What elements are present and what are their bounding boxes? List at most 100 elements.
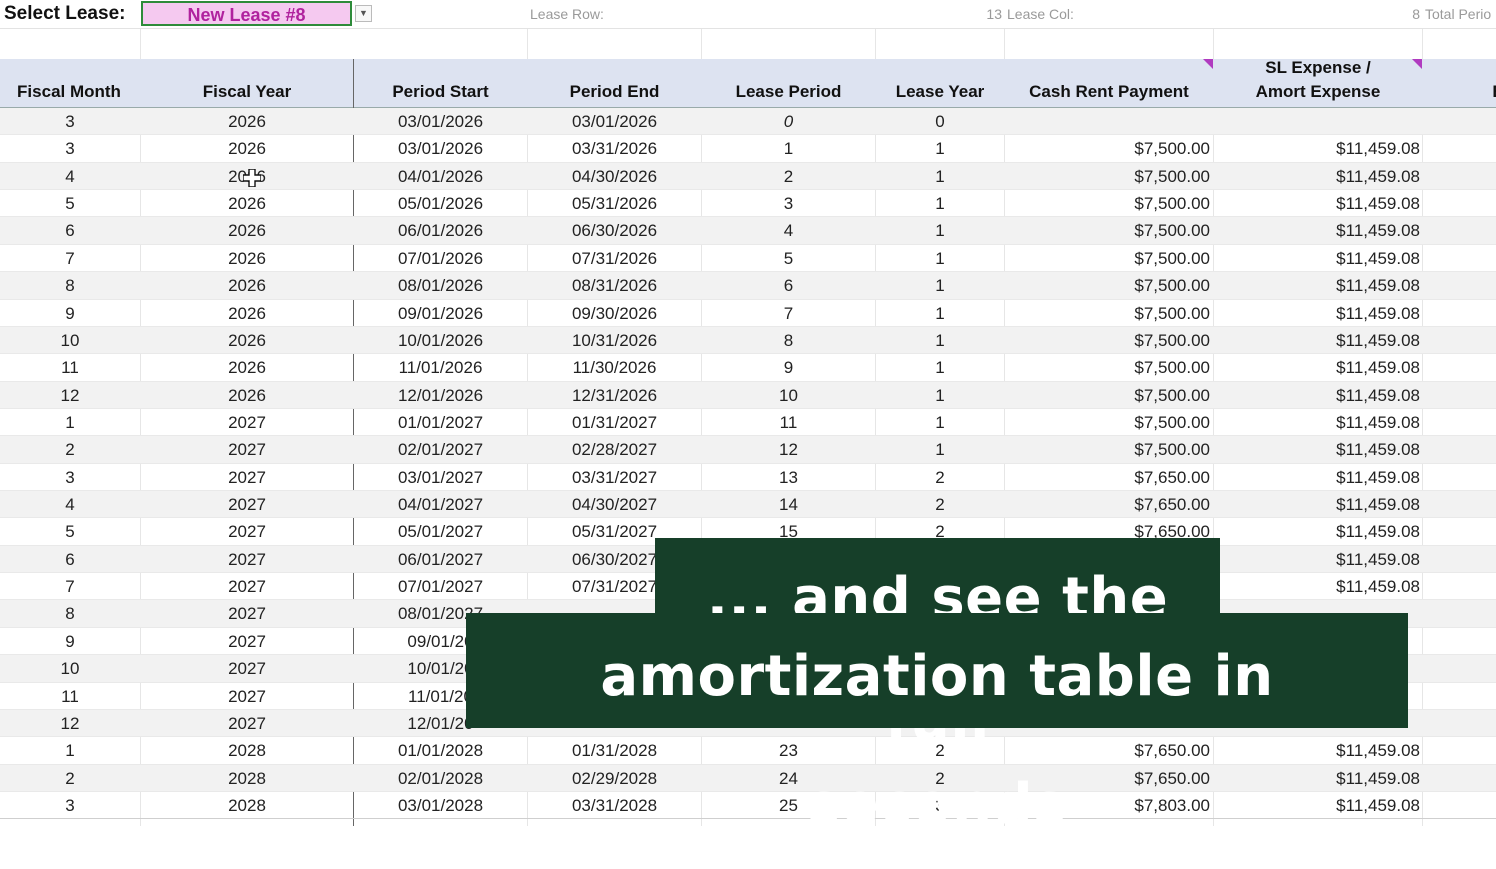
lease-period-cell[interactable]: 10: [702, 382, 875, 409]
cash-rent-cell[interactable]: $7,500.00: [1005, 300, 1210, 327]
period-end-cell[interactable]: 05/31/2026: [528, 190, 701, 217]
lease-year-cell[interactable]: 1: [876, 135, 1004, 162]
fiscal-year-cell[interactable]: 2027: [141, 655, 353, 682]
period-end-cell[interactable]: 03/31/2028: [528, 792, 701, 819]
lease-period-cell[interactable]: 3: [702, 190, 875, 217]
fiscal-month-cell[interactable]: 2: [0, 436, 140, 463]
lease-year-cell[interactable]: 2: [876, 464, 1004, 491]
lease-year-cell[interactable]: 1: [876, 354, 1004, 381]
period-start-cell[interactable]: 09/01/2026: [354, 300, 527, 327]
period-start-cell[interactable]: 07/01/2026: [354, 245, 527, 272]
fiscal-year-cell[interactable]: 2028: [141, 765, 353, 792]
lease-period-cell[interactable]: 14: [702, 491, 875, 518]
cash-rent-cell[interactable]: $7,500.00: [1005, 135, 1210, 162]
sl-expense-cell[interactable]: $11,459.08: [1215, 190, 1420, 217]
sl-expense-cell[interactable]: $11,459.08: [1215, 300, 1420, 327]
sl-expense-cell[interactable]: $11,459.08: [1215, 245, 1420, 272]
period-end-cell[interactable]: 02/29/2028: [528, 765, 701, 792]
fiscal-month-cell[interactable]: 11: [0, 354, 140, 381]
lease-year-cell[interactable]: 1: [876, 163, 1004, 190]
lease-year-cell[interactable]: 1: [876, 436, 1004, 463]
fiscal-month-cell[interactable]: 1: [0, 737, 140, 764]
fiscal-year-cell[interactable]: 2026: [141, 135, 353, 162]
period-start-cell[interactable]: 07/01/2027: [354, 573, 527, 600]
fiscal-month-cell[interactable]: 11: [0, 683, 140, 710]
fiscal-year-cell[interactable]: 2026: [141, 327, 353, 354]
period-start-cell[interactable]: 03/01/2027: [354, 464, 527, 491]
fiscal-year-cell[interactable]: 2026: [141, 382, 353, 409]
period-end-cell[interactable]: 03/01/2026: [528, 108, 701, 135]
period-start-cell[interactable]: 02/01/2028: [354, 765, 527, 792]
sl-expense-cell[interactable]: $11,459.08: [1215, 573, 1420, 600]
lease-year-cell[interactable]: 1: [876, 382, 1004, 409]
lease-year-cell[interactable]: 1: [876, 327, 1004, 354]
period-start-cell[interactable]: 05/01/2027: [354, 518, 527, 545]
period-end-cell[interactable]: 06/30/2026: [528, 217, 701, 244]
sl-expense-cell[interactable]: $11,459.08: [1215, 135, 1420, 162]
cash-rent-cell[interactable]: $7,500.00: [1005, 190, 1210, 217]
period-start-cell[interactable]: 01/01/2028: [354, 737, 527, 764]
fiscal-year-cell[interactable]: 2028: [141, 737, 353, 764]
lease-period-cell[interactable]: 9: [702, 354, 875, 381]
fiscal-month-cell[interactable]: 7: [0, 573, 140, 600]
lease-year-cell[interactable]: 1: [876, 190, 1004, 217]
fiscal-year-cell[interactable]: 2027: [141, 628, 353, 655]
cash-rent-cell[interactable]: $7,500.00: [1005, 163, 1210, 190]
fiscal-month-cell[interactable]: 4: [0, 163, 140, 190]
fiscal-month-cell[interactable]: 10: [0, 327, 140, 354]
fiscal-year-cell[interactable]: 2027: [141, 600, 353, 627]
lease-year-cell[interactable]: 1: [876, 245, 1004, 272]
sl-expense-cell[interactable]: $11,459.08: [1215, 382, 1420, 409]
fiscal-month-cell[interactable]: 3: [0, 135, 140, 162]
lease-period-cell[interactable]: 2: [702, 163, 875, 190]
period-start-cell[interactable]: 03/01/2026: [354, 108, 527, 135]
cash-rent-cell[interactable]: $7,500.00: [1005, 436, 1210, 463]
period-end-cell[interactable]: 08/31/2026: [528, 272, 701, 299]
lease-year-cell[interactable]: 1: [876, 300, 1004, 327]
fiscal-year-cell[interactable]: 2027: [141, 464, 353, 491]
fiscal-year-cell[interactable]: 2027: [141, 409, 353, 436]
period-end-cell[interactable]: 03/31/2027: [528, 464, 701, 491]
lease-period-cell[interactable]: 6: [702, 272, 875, 299]
period-start-cell[interactable]: 03/01/2026: [354, 135, 527, 162]
fiscal-month-cell[interactable]: 10: [0, 655, 140, 682]
period-start-cell[interactable]: 06/01/2026: [354, 217, 527, 244]
lease-period-cell[interactable]: 12: [702, 436, 875, 463]
sl-expense-cell[interactable]: $11,459.08: [1215, 491, 1420, 518]
fiscal-year-cell[interactable]: 2027: [141, 518, 353, 545]
fiscal-year-cell[interactable]: 2026: [141, 300, 353, 327]
fiscal-month-cell[interactable]: 7: [0, 245, 140, 272]
sl-expense-cell[interactable]: $11,459.08: [1215, 436, 1420, 463]
lease-year-cell[interactable]: 1: [876, 272, 1004, 299]
period-end-cell[interactable]: 10/31/2026: [528, 327, 701, 354]
cash-rent-cell[interactable]: $7,500.00: [1005, 217, 1210, 244]
period-start-cell[interactable]: 01/01/2027: [354, 409, 527, 436]
fiscal-month-cell[interactable]: 5: [0, 518, 140, 545]
fiscal-year-cell[interactable]: 2026: [141, 217, 353, 244]
fiscal-year-cell[interactable]: 2027: [141, 491, 353, 518]
fiscal-year-cell[interactable]: 2027: [141, 436, 353, 463]
fiscal-month-cell[interactable]: 4: [0, 491, 140, 518]
period-end-cell[interactable]: 07/31/2026: [528, 245, 701, 272]
period-start-cell[interactable]: 08/01/2026: [354, 272, 527, 299]
lease-year-cell[interactable]: 1: [876, 217, 1004, 244]
cash-rent-cell[interactable]: $7,500.00: [1005, 245, 1210, 272]
period-end-cell[interactable]: 12/31/2026: [528, 382, 701, 409]
fiscal-month-cell[interactable]: 3: [0, 792, 140, 819]
period-start-cell[interactable]: 05/01/2026: [354, 190, 527, 217]
period-start-cell[interactable]: 03/01/2028: [354, 792, 527, 819]
period-start-cell[interactable]: 11/01/2026: [354, 354, 527, 381]
lease-period-cell[interactable]: 4: [702, 217, 875, 244]
lease-period-cell[interactable]: 0: [702, 108, 875, 135]
period-start-cell[interactable]: 02/01/2027: [354, 436, 527, 463]
fiscal-year-cell[interactable]: 2026: [141, 190, 353, 217]
sl-expense-cell[interactable]: $11,459.08: [1215, 272, 1420, 299]
period-end-cell[interactable]: 11/30/2026: [528, 354, 701, 381]
period-end-cell[interactable]: 04/30/2026: [528, 163, 701, 190]
lease-period-cell[interactable]: 8: [702, 327, 875, 354]
fiscal-month-cell[interactable]: 9: [0, 300, 140, 327]
period-start-cell[interactable]: 06/01/2027: [354, 546, 527, 573]
fiscal-month-cell[interactable]: 2: [0, 765, 140, 792]
fiscal-year-cell[interactable]: 2026: [141, 245, 353, 272]
lease-dropdown[interactable]: New Lease #8: [141, 1, 352, 26]
